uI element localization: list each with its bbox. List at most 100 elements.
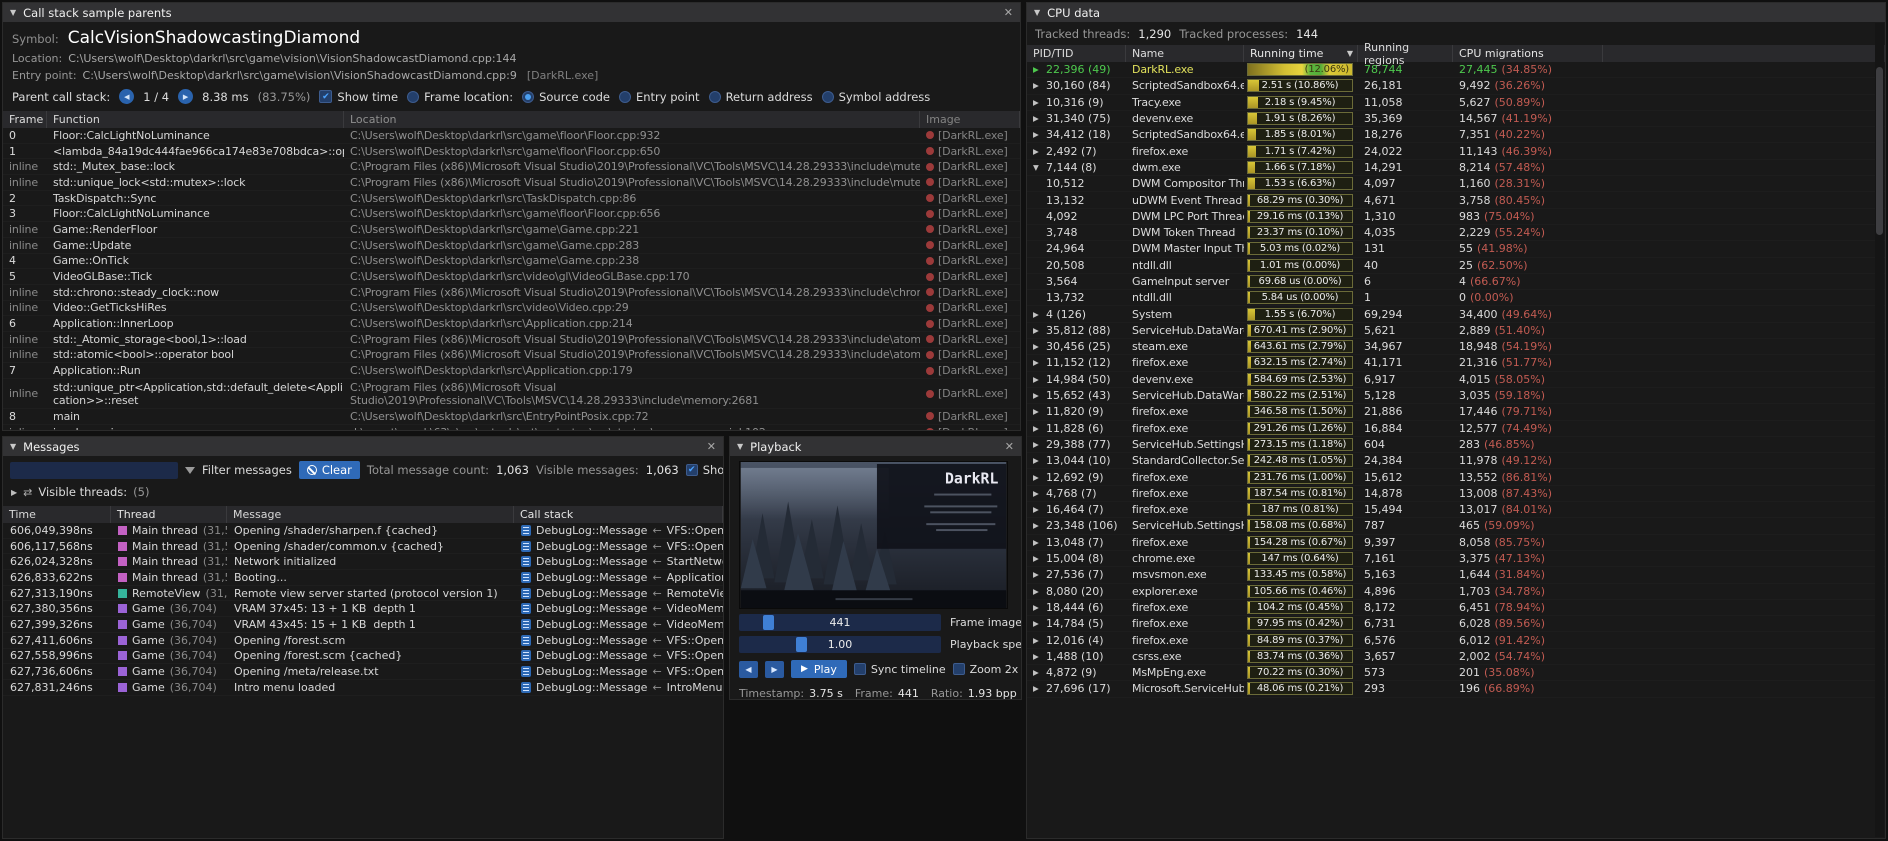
cpu-process-row[interactable]: ▶18,444 (6) firefox.exe 104.2 ms (0.45%)… [1027, 600, 1885, 616]
cpu-scrollbar[interactable] [1875, 23, 1884, 837]
cpu-process-row[interactable]: ▶34,412 (18) ScriptedSandbox64.exe 1.85 … [1027, 127, 1885, 143]
cpu-process-row[interactable]: ▶23,348 (106) ServiceHub.SettingsHost 15… [1027, 518, 1885, 534]
cpu-process-row[interactable]: ▶11,152 (12) firefox.exe 632.15 ms (2.74… [1027, 355, 1885, 371]
callstack-frame-row[interactable]: 8 main C:\Users\wolf\Desktop\darkrl\src\… [3, 409, 1020, 425]
callstack-frame-row[interactable]: 7 Application::Run C:\Users\wolf\Desktop… [3, 363, 1020, 379]
cpu-process-row[interactable]: 10,512 DWM Compositor Threa 1.53 s (6.63… [1027, 176, 1885, 192]
cpu-process-row[interactable]: ▶31,340 (75) devenv.exe 1.91 s (8.26%) 3… [1027, 111, 1885, 127]
message-callstack[interactable]: DebugLog::Message←VFS::Open [514, 523, 723, 538]
show-frame-checkbox[interactable]: ✔ Show frame [686, 463, 724, 477]
message-filter-input[interactable] [10, 462, 178, 479]
expand-icon[interactable]: ▶ [1033, 489, 1046, 498]
callstack-frame-row[interactable]: 4 Game::OnTick C:\Users\wolf\Desktop\dar… [3, 254, 1020, 270]
callstack-frame-row[interactable]: inline Game::RenderFloor C:\Users\wolf\D… [3, 222, 1020, 238]
cpu-process-row[interactable]: ▶15,652 (43) ServiceHub.DataWarehou 580.… [1027, 388, 1885, 404]
close-icon[interactable]: ✕ [1005, 440, 1014, 453]
callstack-frame-row[interactable]: inline std::_Atomic_storage<bool,1>::loa… [3, 332, 1020, 348]
cpu-process-row[interactable]: ▶4 (126) System 1.55 s (6.70%) 69,294 34… [1027, 306, 1885, 322]
message-callstack[interactable]: DebugLog::Message←Application: [514, 570, 723, 585]
message-row[interactable]: 606,049,398ns Main thread(31,596) Openin… [3, 523, 723, 539]
show-time-checkbox[interactable]: ✔ Show time [319, 90, 398, 104]
callstack-frame-row[interactable]: inline Video::GetTicksHiRes C:\Users\wol… [3, 301, 1020, 317]
expand-icon[interactable]: ▶ [1033, 473, 1046, 482]
expand-icon[interactable]: ▶ [1033, 636, 1046, 645]
cpu-process-row[interactable]: 4,092 DWM LPC Port Thread 29.16 ms (0.13… [1027, 209, 1885, 225]
expand-icon[interactable]: ▶ [1033, 684, 1046, 693]
expand-icon[interactable]: ▶ [1033, 521, 1046, 530]
column-pid-tid[interactable]: PID/TID [1027, 45, 1126, 62]
message-callstack[interactable]: DebugLog::Message←VideoMemo [514, 617, 723, 632]
zoom-2x-checkbox[interactable]: Zoom 2x [953, 663, 1019, 676]
expand-icon[interactable]: ▶ [1033, 554, 1046, 563]
expand-icon[interactable]: ▶ [1033, 538, 1046, 547]
collapse-icon[interactable]: ▼ [10, 8, 16, 17]
expand-icon[interactable]: ▶ [1033, 310, 1046, 319]
callstack-frame-row[interactable]: 3 Floor::CalcLightNoLuminance C:\Users\w… [3, 206, 1020, 222]
next-parent-button[interactable]: ▶ [178, 89, 193, 104]
cpu-process-row[interactable]: ▶10,316 (9) Tracy.exe 2.18 s (9.45%) 11,… [1027, 95, 1885, 111]
callstack-frame-row[interactable]: 0 Floor::CalcLightNoLuminance C:\Users\w… [3, 128, 1020, 144]
option-entry-point[interactable]: Entry point [619, 90, 700, 104]
cpu-process-row[interactable]: ▶27,696 (17) Microsoft.ServiceHub.Co 48.… [1027, 681, 1885, 697]
expand-icon[interactable]: ▶ [1033, 358, 1046, 367]
playback-speed-slider[interactable]: 1.00 [739, 636, 941, 653]
cpu-process-row[interactable]: ▶8,080 (20) explorer.exe 105.66 ms (0.46… [1027, 584, 1885, 600]
message-row[interactable]: 627,831,246ns Game(36,704) Intro menu lo… [3, 680, 723, 696]
cpu-process-row[interactable]: ▼7,144 (8) dwm.exe 1.66 s (7.18%) 14,291… [1027, 160, 1885, 176]
cpu-process-row[interactable]: ▶29,388 (77) ServiceHub.SettingsHost 273… [1027, 437, 1885, 453]
callstack-frame-row[interactable]: 6 Application::InnerLoop C:\Users\wolf\D… [3, 316, 1020, 332]
cpu-process-row[interactable]: ▶27,536 (7) msvsmon.exe 133.45 ms (0.58%… [1027, 567, 1885, 583]
expand-icon[interactable]: ▶ [1033, 147, 1046, 156]
expand-icon[interactable]: ▶ [1033, 440, 1046, 449]
message-row[interactable]: 627,558,996ns Game(36,704) Opening /fore… [3, 649, 723, 665]
cpu-process-row[interactable]: ▶35,812 (88) ServiceHub.DataWarehou 670.… [1027, 323, 1885, 339]
callstack-frame-row[interactable]: inline std::unique_lock<std::mutex>::loc… [3, 175, 1020, 191]
cpu-process-row[interactable]: ▶11,828 (6) firefox.exe 291.26 ms (1.26%… [1027, 421, 1885, 437]
message-callstack[interactable]: DebugLog::Message←VFS::Open [514, 539, 723, 554]
cpu-process-row[interactable]: ▶2,492 (7) firefox.exe 1.71 s (7.42%) 24… [1027, 143, 1885, 159]
cpu-process-row[interactable]: 3,564 GameInput server 69.68 us (0.00%) … [1027, 274, 1885, 290]
callstack-frame-row[interactable]: 1 <lambda_84a19dc444fae966ca174e83e708bd… [3, 144, 1020, 160]
column-name[interactable]: Name [1126, 45, 1244, 62]
cpu-process-row[interactable]: ▶14,784 (5) firefox.exe 97.95 ms (0.42%)… [1027, 616, 1885, 632]
cpu-process-row[interactable]: ▶30,160 (84) ScriptedSandbox64.exe 2.51 … [1027, 78, 1885, 94]
callstack-frame-row[interactable]: inline invoke_main d:\agent\_work\63\s\s… [3, 425, 1020, 431]
expand-icon[interactable]: ▶ [1033, 424, 1046, 433]
message-callstack[interactable]: DebugLog::Message←RemoteView [514, 586, 723, 601]
message-row[interactable]: 627,313,190ns RemoteView(31,392) Remote … [3, 586, 723, 602]
cpu-process-row[interactable]: 13,732 ntdll.dll 5.84 us (0.00%) 1 0(0.0… [1027, 290, 1885, 306]
cpu-process-row[interactable]: ▶4,768 (7) firefox.exe 187.54 ms (0.81%)… [1027, 486, 1885, 502]
cpu-process-row[interactable]: ▶13,048 (7) firefox.exe 154.28 ms (0.67%… [1027, 535, 1885, 551]
column-running-time[interactable]: Running time▼ [1244, 45, 1358, 62]
cpu-process-row[interactable]: ▶12,016 (4) firefox.exe 84.89 ms (0.37%)… [1027, 632, 1885, 648]
message-row[interactable]: 626,833,622ns Main thread(31,596) Bootin… [3, 570, 723, 586]
cpu-process-row[interactable]: 13,132 uDWM Event Thread 68.29 ms (0.30%… [1027, 192, 1885, 208]
callstack-frame-row[interactable]: 2 TaskDispatch::Sync C:\Users\wolf\Deskt… [3, 191, 1020, 207]
callstack-frame-row[interactable]: inline std::atomic<bool>::operator bool … [3, 348, 1020, 364]
expand-icon[interactable]: ▶ [1033, 505, 1046, 514]
expand-icon[interactable]: ▶ [1033, 114, 1046, 123]
cpu-process-row[interactable]: ▶15,004 (8) chrome.exe 147 ms (0.64%) 7,… [1027, 551, 1885, 567]
slider-grab[interactable] [763, 615, 774, 630]
cpu-process-row[interactable]: ▶12,692 (9) firefox.exe 231.76 ms (1.00%… [1027, 469, 1885, 485]
message-callstack[interactable]: DebugLog::Message←StartNetwo [514, 554, 723, 569]
callstack-frame-row[interactable]: 5 VideoGLBase::Tick C:\Users\wolf\Deskto… [3, 269, 1020, 285]
message-callstack[interactable]: DebugLog::Message←VFS::Open [514, 664, 723, 679]
clear-filter-button[interactable]: Clear [299, 461, 360, 479]
option-symbol-address[interactable]: Symbol address [822, 90, 931, 104]
expand-icon[interactable]: ▶ [1033, 619, 1046, 628]
expand-icon[interactable]: ▶ [1033, 456, 1046, 465]
message-callstack[interactable]: DebugLog::Message←VFS::Open [514, 649, 723, 664]
cpu-process-row[interactable]: ▶30,456 (25) steam.exe 643.61 ms (2.79%)… [1027, 339, 1885, 355]
column-cpu-migrations[interactable]: CPU migrations [1453, 45, 1603, 62]
prev-frame-button[interactable]: ◀ [739, 661, 758, 678]
message-row[interactable]: 627,399,326ns Game(36,704) VRAM 43x45: 1… [3, 617, 723, 633]
close-icon[interactable]: ✕ [707, 440, 716, 453]
collapse-icon[interactable]: ▼ [1034, 8, 1040, 17]
message-callstack[interactable]: DebugLog::Message←IntroMenu:: [514, 680, 723, 695]
expand-icon[interactable]: ▶ [1033, 652, 1046, 661]
callstack-frame-row[interactable]: inline std::unique_ptr<Application,std::… [3, 379, 1020, 409]
message-callstack[interactable]: DebugLog::Message←VideoMemo [514, 601, 723, 616]
close-icon[interactable]: ✕ [1004, 6, 1013, 19]
prev-parent-button[interactable]: ◀ [119, 89, 134, 104]
